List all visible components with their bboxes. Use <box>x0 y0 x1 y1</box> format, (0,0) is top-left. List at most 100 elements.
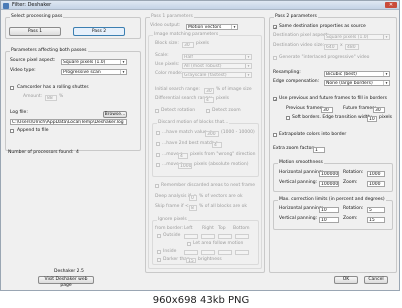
ignore-bottom-field[interactable] <box>235 234 249 239</box>
pass2-button[interactable]: Pass 2 <box>73 27 125 36</box>
detect-zoom-label: Detect zoom <box>212 108 241 113</box>
block-size-field[interactable]: 30 <box>182 42 194 48</box>
zoom2-field[interactable]: 15 <box>367 217 385 223</box>
discard-move2-checkbox[interactable] <box>156 163 160 167</box>
video-type-label: Video type: <box>10 68 36 73</box>
browse-button[interactable]: Browse... <box>103 111 127 118</box>
zoom-field[interactable]: 1000 <box>367 181 385 187</box>
dest-aspect-label: Destination pixel aspect: <box>273 33 329 38</box>
discard-label: Discard motion of blocks that... <box>157 120 230 126</box>
extra-zoom-label: Extra zoom factor: <box>273 146 315 151</box>
pixel-aspect-label: Source pixel aspect: <box>10 58 56 63</box>
logfile-path-field[interactable]: C:\Users\Ulrich\AppData\Local\Temp\Desha… <box>10 119 127 125</box>
chevron-down-icon: ▾ <box>383 81 389 85</box>
v-pan-field[interactable]: 100000 <box>319 181 339 187</box>
ignore-top-field[interactable] <box>218 234 232 239</box>
future-frames-field[interactable]: 30 <box>373 107 385 113</box>
detect-zoom-checkbox[interactable] <box>206 109 210 113</box>
rotation2-label: Rotation: <box>343 206 364 211</box>
use-pixels-select[interactable]: All (most robust) ▾ <box>182 63 252 69</box>
visit-web-button[interactable]: Visit Deshaker web page <box>38 276 94 288</box>
amount-unit: % <box>59 94 64 99</box>
pass1-button[interactable]: Pass 1 <box>9 27 61 36</box>
rotation-label: Rotation: <box>343 170 364 175</box>
append-checkbox[interactable] <box>10 129 14 133</box>
rolling-shutter-checkbox[interactable] <box>10 86 14 90</box>
edge-comp-select[interactable]: None (large borders) ▾ <box>324 80 390 86</box>
ignore-left-label: Left <box>184 226 193 231</box>
extrapolate-checkbox[interactable] <box>273 133 277 137</box>
discard-2nd-checkbox[interactable] <box>156 142 160 146</box>
cancel-button[interactable]: Cancel <box>364 276 388 284</box>
initial-search-label: Initial search range: <box>155 87 200 92</box>
inside-label: Inside <box>163 249 177 254</box>
dest-height-field[interactable]: 480 <box>345 44 359 50</box>
edge-comp-label: Edge compensation: <box>273 79 320 84</box>
skip-field[interactable]: 8 <box>189 205 197 211</box>
resampling-label: Resampling: <box>273 70 301 75</box>
ignore-right-label: Right <box>202 226 214 231</box>
video-type-select[interactable]: Progressive scan ▾ <box>61 69 127 75</box>
scale-select[interactable]: Half ▾ <box>182 54 252 60</box>
h-pan-field[interactable]: 100000 <box>319 171 339 177</box>
close-button[interactable]: ✕ <box>385 2 397 8</box>
chevron-down-icon: ▾ <box>231 25 237 29</box>
left-area-checkbox[interactable] <box>187 242 191 246</box>
use-pixels-label: Use pixels: <box>155 62 180 67</box>
discard-move2-field[interactable]: 1000 <box>178 163 192 169</box>
darker-field[interactable]: 15 <box>186 258 196 263</box>
detect-rotation-checkbox[interactable] <box>155 109 159 113</box>
diff-search-field[interactable]: 4 <box>204 97 214 103</box>
discard-move-checkbox[interactable] <box>156 153 160 157</box>
darker-checkbox[interactable] <box>157 258 161 262</box>
h-pan2-field[interactable]: 10 <box>319 207 339 213</box>
window-title: Filter: Deshaker <box>12 2 52 8</box>
discard-move-field[interactable]: 4 <box>178 153 188 159</box>
resampling-select[interactable]: Bicubic (best) ▾ <box>324 71 390 77</box>
initial-search-field[interactable]: 30 <box>204 88 214 94</box>
same-dest-checkbox[interactable]: ✓ <box>273 25 277 30</box>
skip-unit: % of all blocks are ok <box>199 204 247 209</box>
discard-match-checkbox[interactable] <box>156 131 160 135</box>
future-frames-label: Future frames: <box>343 106 376 111</box>
video-output-select[interactable]: Motion vectors ▾ <box>186 24 238 30</box>
processors-value: 4 <box>76 150 79 155</box>
remember-checkbox[interactable] <box>155 184 159 188</box>
deep-unit: % of vectors are ok <box>199 194 243 199</box>
dest-width-field[interactable]: 640 <box>324 44 338 50</box>
inside-bottom-field[interactable] <box>235 250 249 255</box>
inside-right-field[interactable] <box>201 250 215 255</box>
outside-checkbox[interactable] <box>157 234 161 238</box>
inside-checkbox[interactable] <box>157 250 161 254</box>
block-size-unit: pixels <box>196 41 209 46</box>
use-prev-future-checkbox[interactable]: ✓ <box>273 97 277 102</box>
v-pan2-field[interactable]: 10 <box>319 217 339 223</box>
extra-zoom-field[interactable]: 1 <box>313 147 325 153</box>
generate-interlaced-checkbox[interactable] <box>273 56 277 60</box>
dest-aspect-select[interactable]: Square pixels (1.0) ▾ <box>324 34 390 40</box>
max-correction-group: Max. correction limits (in percent and d… <box>273 197 393 230</box>
soft-borders-field[interactable]: 10 <box>367 116 377 122</box>
amount-field[interactable]: 88 <box>45 95 57 101</box>
inside-left-field[interactable] <box>184 250 198 255</box>
prev-frames-field[interactable]: 30 <box>321 107 333 113</box>
motion-smoothness-label: Motion smoothness <box>278 160 324 166</box>
inside-top-field[interactable] <box>218 250 232 255</box>
amount-label: Amount: <box>23 94 43 99</box>
discard-match-range: (1000 - 10000) <box>221 130 255 135</box>
discard-move-unit: pixels from "wrong" direction <box>190 152 256 157</box>
dest-size-x: x <box>340 43 343 48</box>
color-mode-select[interactable]: Grayscale (fastest) ▾ <box>182 72 252 78</box>
ignore-left-field[interactable] <box>184 234 198 239</box>
pixel-aspect-select[interactable]: Square pixels (1.0) ▾ <box>61 59 127 65</box>
discard-2nd-field[interactable]: 4 <box>212 142 222 148</box>
soft-borders-checkbox[interactable] <box>286 116 290 120</box>
rotation2-field[interactable]: 5 <box>367 207 385 213</box>
soft-borders-unit: pixels <box>379 115 392 120</box>
ignore-right-field[interactable] <box>201 234 215 239</box>
image-matching-label: Image matching parameters <box>153 32 220 38</box>
ok-button[interactable]: OK <box>334 276 358 284</box>
discard-match-field[interactable]: 300 <box>205 131 219 137</box>
deep-field[interactable]: 0 <box>189 195 197 201</box>
rotation-field[interactable]: 1000 <box>367 171 385 177</box>
